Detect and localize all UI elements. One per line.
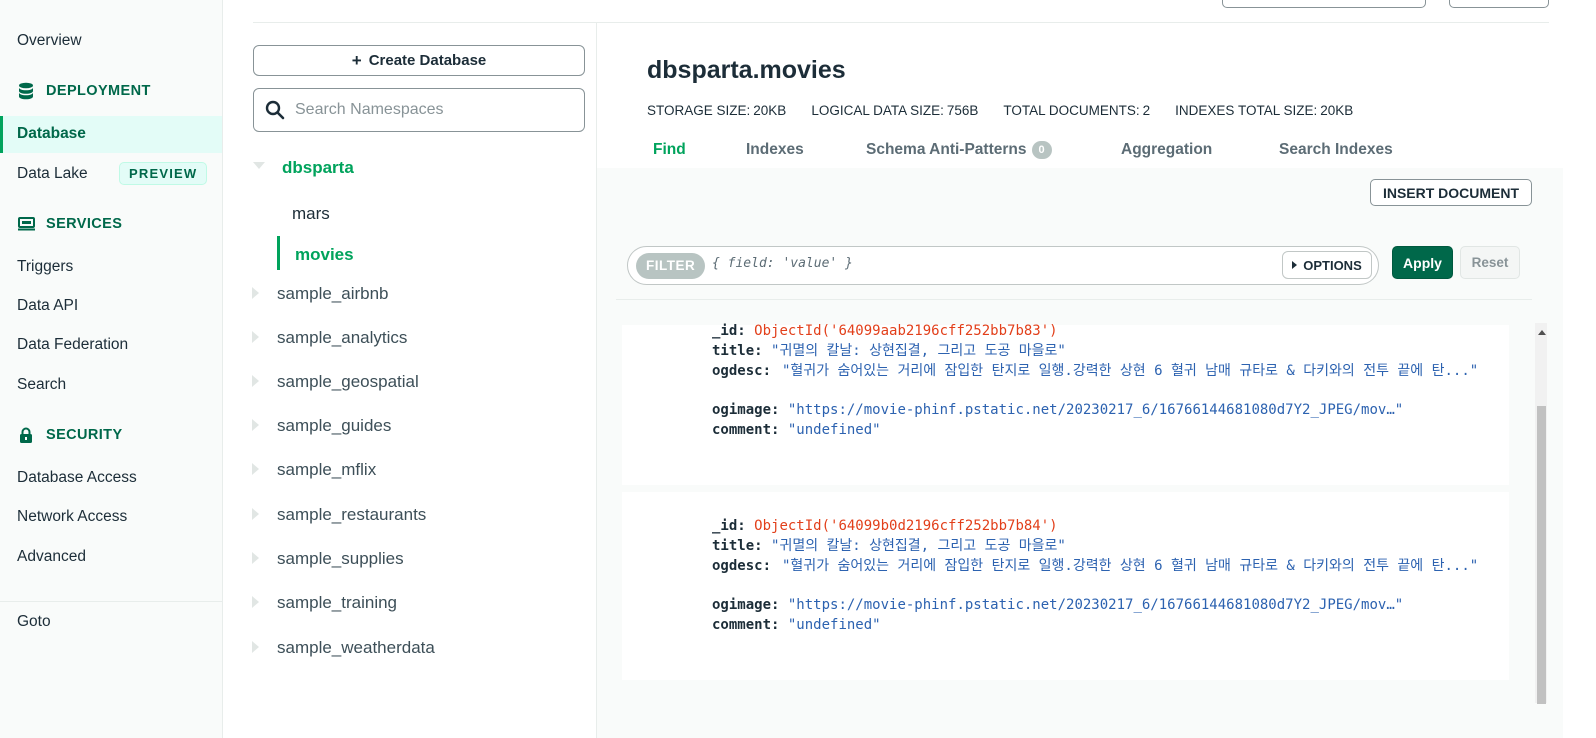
chevron-right-icon[interactable]	[252, 641, 259, 653]
tab-schema-anti-patterns[interactable]: Schema Anti-Patterns 0	[866, 141, 1052, 159]
collection-tabs: Find Indexes Schema Anti-Patterns 0 Aggr…	[597, 138, 1563, 168]
field-comment: comment: "undefined"	[712, 422, 881, 438]
chevron-right-icon[interactable]	[252, 375, 259, 387]
options-label: OPTIONS	[1303, 257, 1362, 273]
nav-network-access[interactable]: Network Access	[17, 508, 127, 526]
namespace-dbsparta[interactable]: dbsparta	[282, 158, 354, 178]
field-title: title: "귀멸의 칼날: 상현집결, 그리고 도공 마을로"	[712, 343, 1066, 359]
field-ogimage: ogimage: "https://movie-phinf.pstatic.ne…	[712, 402, 1404, 418]
chevron-right-icon[interactable]	[252, 463, 259, 475]
scroll-up-arrow-icon[interactable]	[1538, 330, 1546, 335]
field-ogdesc-value: "혈귀가 숨어있는 거리에 잠입한 탄지로 일행.강력한 상현 6 혈귀 남매 …	[782, 558, 1479, 574]
field-title: title: "귀멸의 칼날: 상현집결, 그리고 도공 마을로"	[712, 538, 1066, 554]
namespace-item[interactable]: sample_training	[277, 593, 397, 613]
chevron-right-icon[interactable]	[252, 331, 259, 343]
tab-indexes[interactable]: Indexes	[746, 141, 804, 159]
active-collection-indicator	[277, 236, 280, 270]
database-icon	[17, 82, 35, 100]
nav-search[interactable]: Search	[17, 376, 66, 394]
insert-document-button[interactable]: INSERT DOCUMENT	[1370, 179, 1532, 206]
field-id: _id: ObjectId('64099aab2196cff252bb7b83'…	[712, 323, 1058, 339]
nav-goto[interactable]: Goto	[17, 613, 51, 631]
chevron-right-icon[interactable]	[252, 287, 259, 299]
field-ogdesc-key: ogdesc:	[712, 363, 772, 379]
caret-right-icon	[1292, 261, 1298, 269]
collection-movies[interactable]: movies	[295, 245, 354, 265]
section-deployment-title: DEPLOYMENT	[46, 83, 151, 99]
chevron-right-icon[interactable]	[252, 419, 259, 431]
plus-icon: +	[351, 50, 362, 70]
nav-advanced[interactable]: Advanced	[17, 548, 86, 566]
collection-stats: STORAGE SIZE: 20KB LOGICAL DATA SIZE: 756B…	[647, 103, 1353, 118]
search-namespaces-input[interactable]	[295, 101, 575, 119]
nav-overview[interactable]: Overview	[17, 32, 82, 50]
namespace-item[interactable]: sample_supplies	[277, 549, 404, 569]
lock-icon	[17, 426, 35, 444]
header-divider	[253, 22, 1549, 23]
tab-schema-anti-patterns-label: Schema Anti-Patterns	[866, 141, 1027, 158]
nav-data-lake[interactable]: Data Lake	[17, 165, 88, 183]
section-services-title: SERVICES	[46, 216, 123, 232]
collection-title: dbsparta.movies	[647, 56, 846, 84]
toolbar-divider	[616, 299, 1532, 300]
chevron-right-icon[interactable]	[252, 596, 259, 608]
nav-data-api[interactable]: Data API	[17, 297, 78, 315]
services-icon	[17, 215, 35, 233]
preview-badge: PREVIEW	[119, 162, 208, 185]
field-comment: comment: "undefined"	[712, 617, 881, 633]
search-namespaces	[253, 88, 585, 132]
apply-button[interactable]: Apply	[1392, 246, 1453, 279]
field-ogimage: ogimage: "https://movie-phinf.pstatic.ne…	[712, 597, 1404, 613]
namespace-item[interactable]: sample_restaurants	[277, 505, 426, 525]
stat-indexes-total-size: INDEXES TOTAL SIZE: 20KB	[1175, 103, 1354, 118]
scrollbar-thumb[interactable]	[1537, 406, 1546, 704]
left-navigation: Overview DEPLOYMENT Database Data Lake P…	[0, 0, 223, 738]
nav-triggers[interactable]: Triggers	[17, 258, 73, 276]
section-security: SECURITY	[17, 426, 123, 444]
tab-search-indexes[interactable]: Search Indexes	[1279, 141, 1393, 159]
nav-database-label: Database	[17, 125, 86, 142]
document-card[interactable]: _id: ObjectId('64099aab2196cff252bb7b83'…	[622, 323, 1509, 485]
options-button[interactable]: OPTIONS	[1282, 251, 1372, 279]
stat-total-documents: TOTAL DOCUMENTS: 2	[1003, 103, 1151, 118]
namespace-item[interactable]: sample_airbnb	[277, 284, 389, 304]
section-deployment: DEPLOYMENT	[17, 82, 151, 100]
field-ogdesc-value: "혈귀가 숨어있는 거리에 잠입한 탄지로 일행.강력한 상현 6 혈귀 남매 …	[782, 363, 1479, 379]
top-toolbar-button-2[interactable]	[1449, 0, 1549, 8]
nav-data-federation[interactable]: Data Federation	[17, 336, 128, 354]
chevron-right-icon[interactable]	[252, 552, 259, 564]
namespace-item[interactable]: sample_weatherdata	[277, 638, 435, 658]
filter-input[interactable]	[712, 256, 1272, 271]
stat-logical-data-size: LOGICAL DATA SIZE: 756B	[811, 103, 979, 118]
nav-database[interactable]: Database	[0, 116, 222, 153]
filter-label: FILTER	[636, 253, 706, 279]
filter-bar: FILTER OPTIONS	[627, 246, 1379, 285]
document-card[interactable]: _id: ObjectId('64099b0d2196cff252bb7b84'…	[622, 492, 1509, 680]
anti-patterns-count-badge: 0	[1031, 141, 1052, 159]
create-database-label: Create Database	[368, 52, 487, 69]
create-database-button[interactable]: + Create Database	[253, 45, 585, 76]
collection-mars[interactable]: mars	[292, 204, 330, 224]
namespace-item[interactable]: sample_guides	[277, 416, 391, 436]
chevron-down-icon[interactable]	[253, 162, 265, 169]
namespace-item[interactable]: sample_mflix	[277, 460, 376, 480]
chevron-right-icon[interactable]	[252, 508, 259, 520]
section-services: SERVICES	[17, 215, 122, 233]
search-icon	[265, 100, 285, 120]
stat-storage-size: STORAGE SIZE: 20KB	[647, 103, 787, 118]
namespace-item[interactable]: sample_geospatial	[277, 372, 419, 392]
tab-aggregation[interactable]: Aggregation	[1121, 141, 1212, 159]
tab-find[interactable]: Find	[653, 141, 686, 159]
field-ogdesc-key: ogdesc:	[712, 558, 772, 574]
reset-button[interactable]: Reset	[1460, 246, 1520, 279]
top-toolbar-button[interactable]	[1222, 0, 1426, 8]
nav-database-access[interactable]: Database Access	[17, 469, 137, 487]
namespace-item[interactable]: sample_analytics	[277, 328, 407, 348]
field-id: _id: ObjectId('64099b0d2196cff252bb7b84'…	[712, 518, 1058, 534]
section-security-title: SECURITY	[46, 427, 123, 443]
nav-divider	[0, 601, 222, 602]
